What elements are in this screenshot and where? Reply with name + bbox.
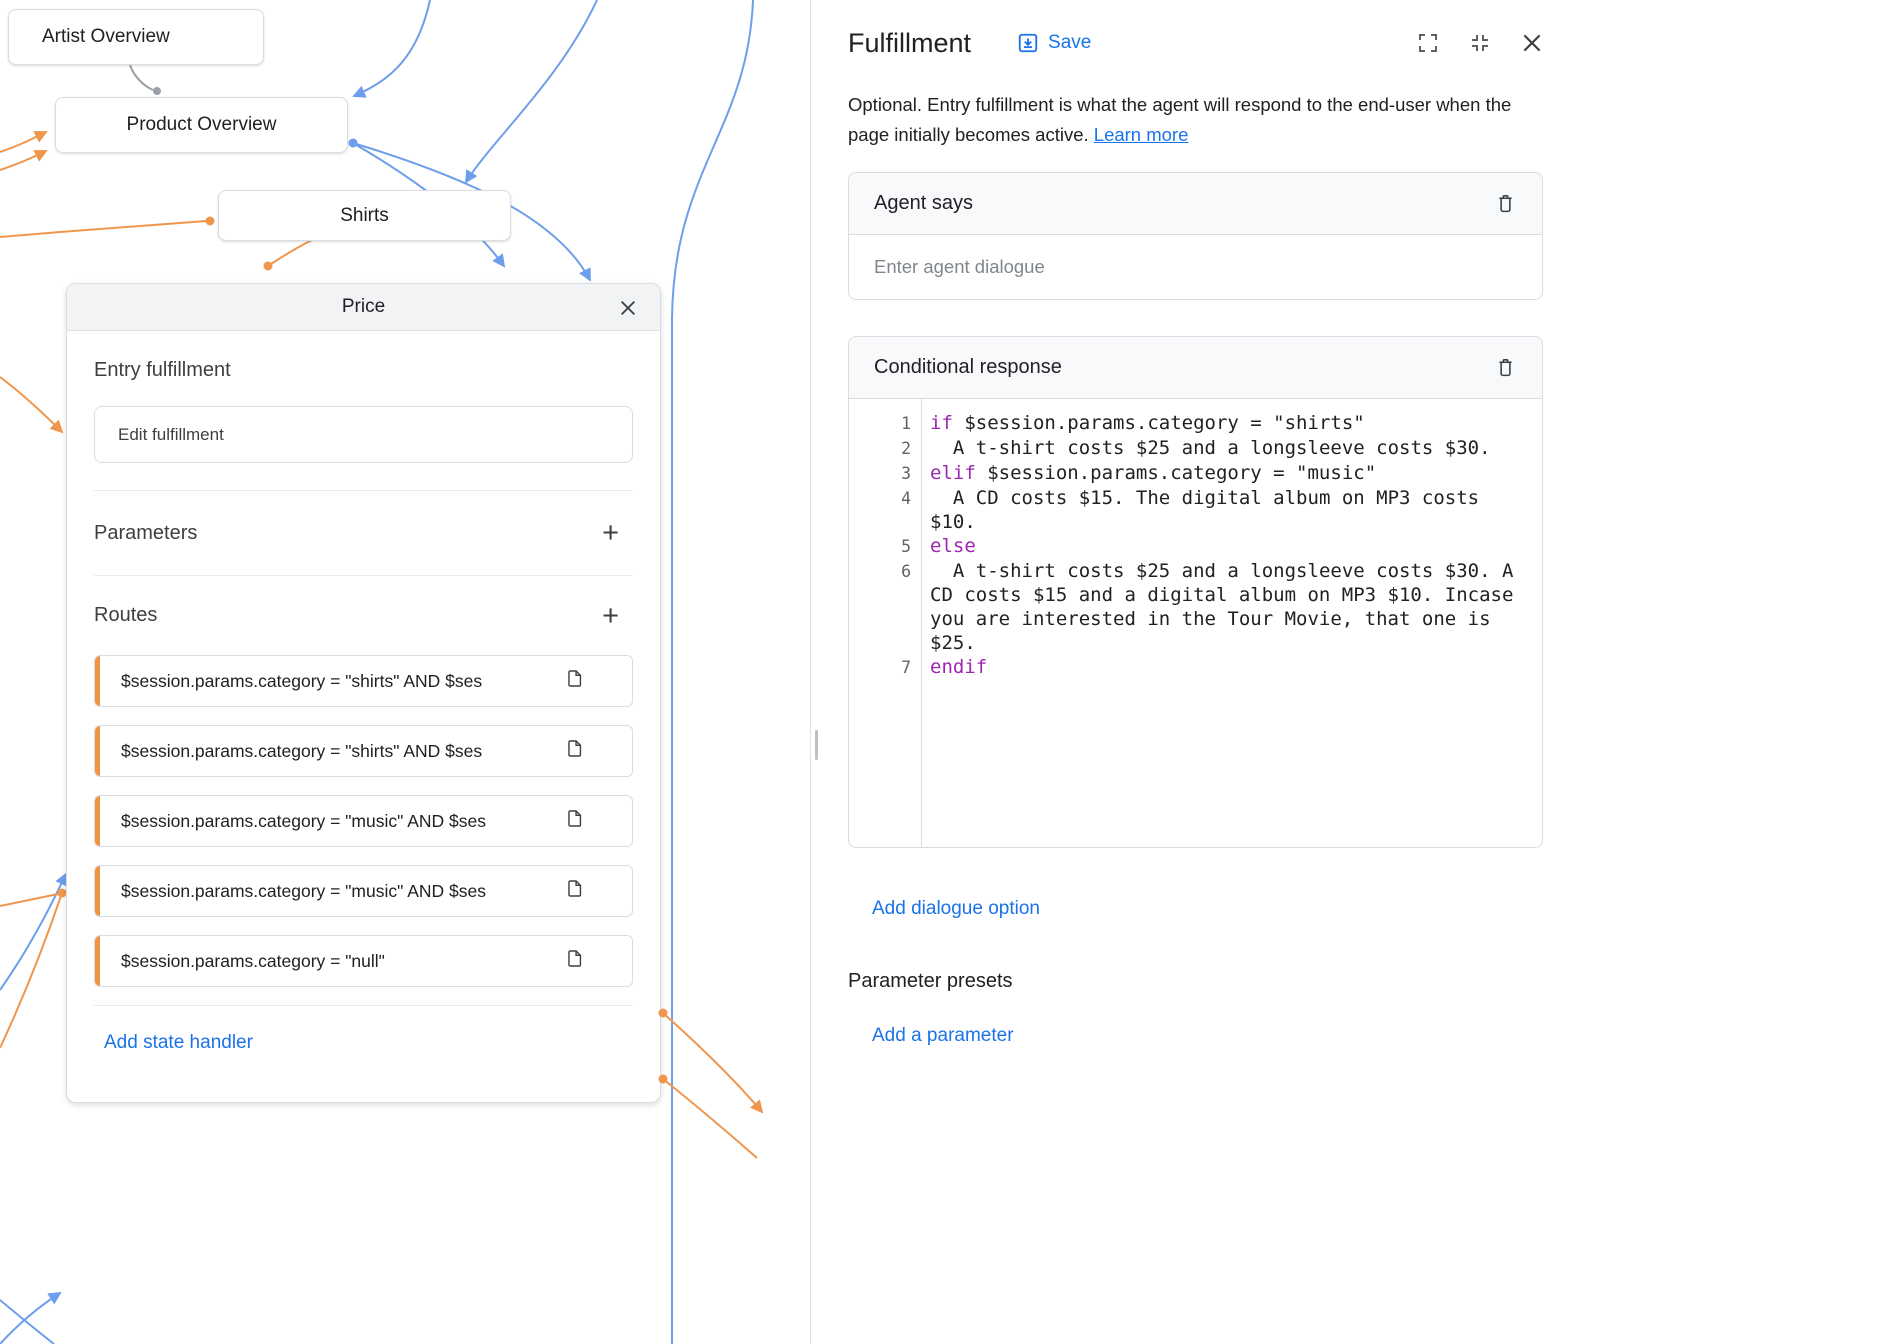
parameters-row: Parameters + [94,490,633,575]
conditional-response-card: Conditional response 1 if $session.param… [848,336,1543,848]
close-icon[interactable] [616,296,640,320]
panel-resizer[interactable] [810,0,822,1344]
agent-says-header: Agent says [849,173,1542,235]
route-condition-text: $session.params.category = "null" [121,951,555,972]
route-condition-item[interactable]: $session.params.category = "shirts" AND … [94,725,633,777]
edit-fulfillment-label: Edit fulfillment [118,425,224,445]
code-line: 4 A CD costs $15. The digital album on M… [849,486,1542,534]
code-line: 7 endif [849,655,1542,680]
price-panel-title: Price [342,296,385,318]
add-route-icon[interactable]: + [602,606,633,626]
code-text: if $session.params.category = "shirts" [921,411,1542,435]
parameter-presets-label: Parameter presets [848,970,1562,993]
panel-description: Optional. Entry fulfillment is what the … [848,90,1548,150]
node-title: Artist Overview [42,26,170,48]
edit-fulfillment-button[interactable]: Edit fulfillment [94,406,633,463]
route-condition-text: $session.params.category = "shirts" AND … [121,671,555,692]
save-button[interactable]: Save [1017,32,1091,54]
code-line: 2 A t-shirt costs $25 and a longsleeve c… [849,436,1542,461]
add-dialogue-option-link[interactable]: Add dialogue option [872,898,1040,920]
node-product-overview[interactable]: Product Overview [55,97,348,153]
route-condition-item[interactable]: $session.params.category = "music" AND $… [94,795,633,847]
route-condition-item[interactable]: $session.params.category = "music" AND $… [94,865,633,917]
line-number: 1 [849,411,921,436]
node-artist-overview[interactable]: Artist Overview [8,9,264,65]
learn-more-link[interactable]: Learn more [1094,124,1189,145]
add-state-handler-link[interactable]: Add state handler [104,1032,253,1054]
parameters-label: Parameters [94,522,197,545]
resizer-grip-icon [815,730,818,760]
line-number: 3 [849,461,921,486]
line-number: 7 [849,655,921,680]
flow-canvas[interactable]: Artist Overview Product Overview Shirts … [0,0,810,1344]
agent-dialogue-input[interactable] [849,235,1542,299]
conditional-response-title: Conditional response [874,356,1062,379]
routes-list: $session.params.category = "shirts" AND … [94,655,633,987]
routes-label: Routes [94,604,157,627]
document-icon[interactable] [565,947,584,975]
trash-icon[interactable] [1493,191,1517,217]
trash-icon[interactable] [1493,355,1517,381]
route-condition-text: $session.params.category = "shirts" AND … [121,741,555,762]
line-number: 4 [849,486,921,511]
add-parameter-icon[interactable]: + [602,523,633,543]
document-icon[interactable] [565,877,584,905]
agent-says-title: Agent says [874,192,973,215]
fulfillment-panel-header: Fulfillment Save [848,22,1562,64]
code-line: 1 if $session.params.category = "shirts" [849,411,1542,436]
document-icon[interactable] [565,667,584,695]
node-shirts[interactable]: Shirts [218,190,511,241]
route-condition-item[interactable]: $session.params.category = "null" [94,935,633,987]
fulfillment-panel: Fulfillment Save [822,0,1898,1344]
fullscreen-icon[interactable] [1416,31,1440,55]
code-line: 3 elif $session.params.category = "music… [849,461,1542,486]
document-icon[interactable] [565,807,584,835]
add-a-parameter-link[interactable]: Add a parameter [872,1025,1014,1047]
code-line: 5 else [849,534,1542,559]
code-text: A t-shirt costs $25 and a longsleeve cos… [921,559,1542,655]
agent-says-card: Agent says [848,172,1543,300]
code-line: 6 A t-shirt costs $25 and a longsleeve c… [849,559,1542,655]
entry-fulfillment-label: Entry fulfillment [94,359,633,382]
section-divider [94,1005,633,1006]
price-panel-body: Entry fulfillment Edit fulfillment Param… [67,359,660,1054]
route-condition-text: $session.params.category = "music" AND $… [121,811,555,832]
condition-code-editor[interactable]: 1 if $session.params.category = "shirts"… [849,399,1542,847]
code-text: endif [921,655,1542,679]
line-number: 6 [849,559,921,584]
document-icon[interactable] [565,737,584,765]
price-node-panel: Price Entry fulfillment Edit fulfillment… [66,283,661,1103]
fullscreen-exit-icon[interactable] [1468,31,1492,55]
save-button-label: Save [1048,32,1091,54]
code-text: elif $session.params.category = "music" [921,461,1542,485]
conditional-response-header: Conditional response [849,337,1542,399]
line-number: 5 [849,534,921,559]
node-title: Product Overview [127,114,277,136]
code-text: A CD costs $15. The digital album on MP3… [921,486,1542,534]
routes-row: Routes + [94,575,633,655]
panel-title: Fulfillment [848,28,971,59]
line-number: 2 [849,436,921,461]
save-icon [1017,32,1039,54]
dialogflow-flow-builder: Artist Overview Product Overview Shirts … [0,0,1898,1344]
code-text: else [921,534,1542,558]
close-icon[interactable] [1520,31,1544,55]
price-panel-header: Price [67,284,660,331]
node-title: Shirts [340,205,389,227]
route-condition-text: $session.params.category = "music" AND $… [121,881,555,902]
route-condition-item[interactable]: $session.params.category = "shirts" AND … [94,655,633,707]
code-text: A t-shirt costs $25 and a longsleeve cos… [921,436,1542,460]
